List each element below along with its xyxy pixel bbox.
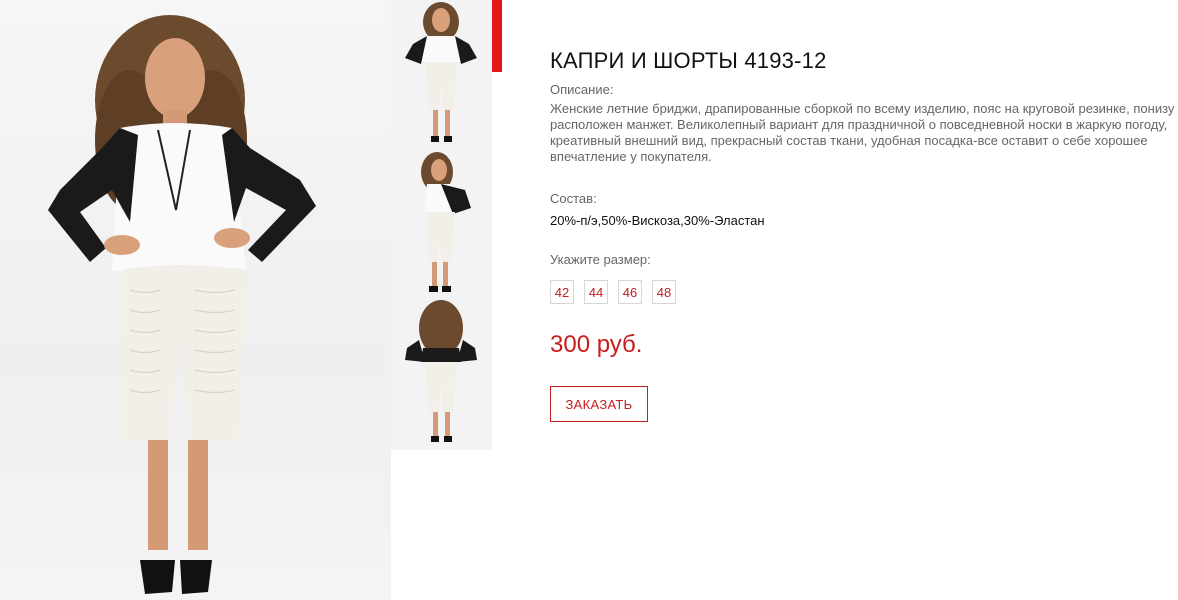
main-product-photo (0, 0, 391, 600)
size-label: Укажите размер: (550, 252, 651, 267)
product-price: 300 руб. (550, 331, 643, 358)
thumbnail-gallery (391, 0, 492, 450)
description-label: Описание: (550, 82, 614, 97)
composition-label: Состав: (550, 191, 597, 206)
order-button[interactable]: ЗАКАЗАТЬ (550, 386, 648, 422)
active-thumbnail-indicator (492, 0, 502, 72)
thumbnail-back-view[interactable] (391, 300, 492, 450)
product-composition: 20%-п/э,50%-Вискоза,30%-Эластан (550, 213, 765, 228)
thumbnail-front-view[interactable] (391, 0, 492, 150)
size-option-42[interactable]: 42 (550, 280, 574, 304)
size-option-44[interactable]: 44 (584, 280, 608, 304)
size-option-48[interactable]: 48 (652, 280, 676, 304)
size-selector: 42 44 46 48 (550, 280, 676, 304)
thumbnail-side-view[interactable] (391, 150, 492, 300)
product-description: Женские летние бриджи, драпированные сбо… (550, 101, 1175, 164)
product-title: КАПРИ И ШОРТЫ 4193-12 (550, 47, 827, 73)
size-option-46[interactable]: 46 (618, 280, 642, 304)
